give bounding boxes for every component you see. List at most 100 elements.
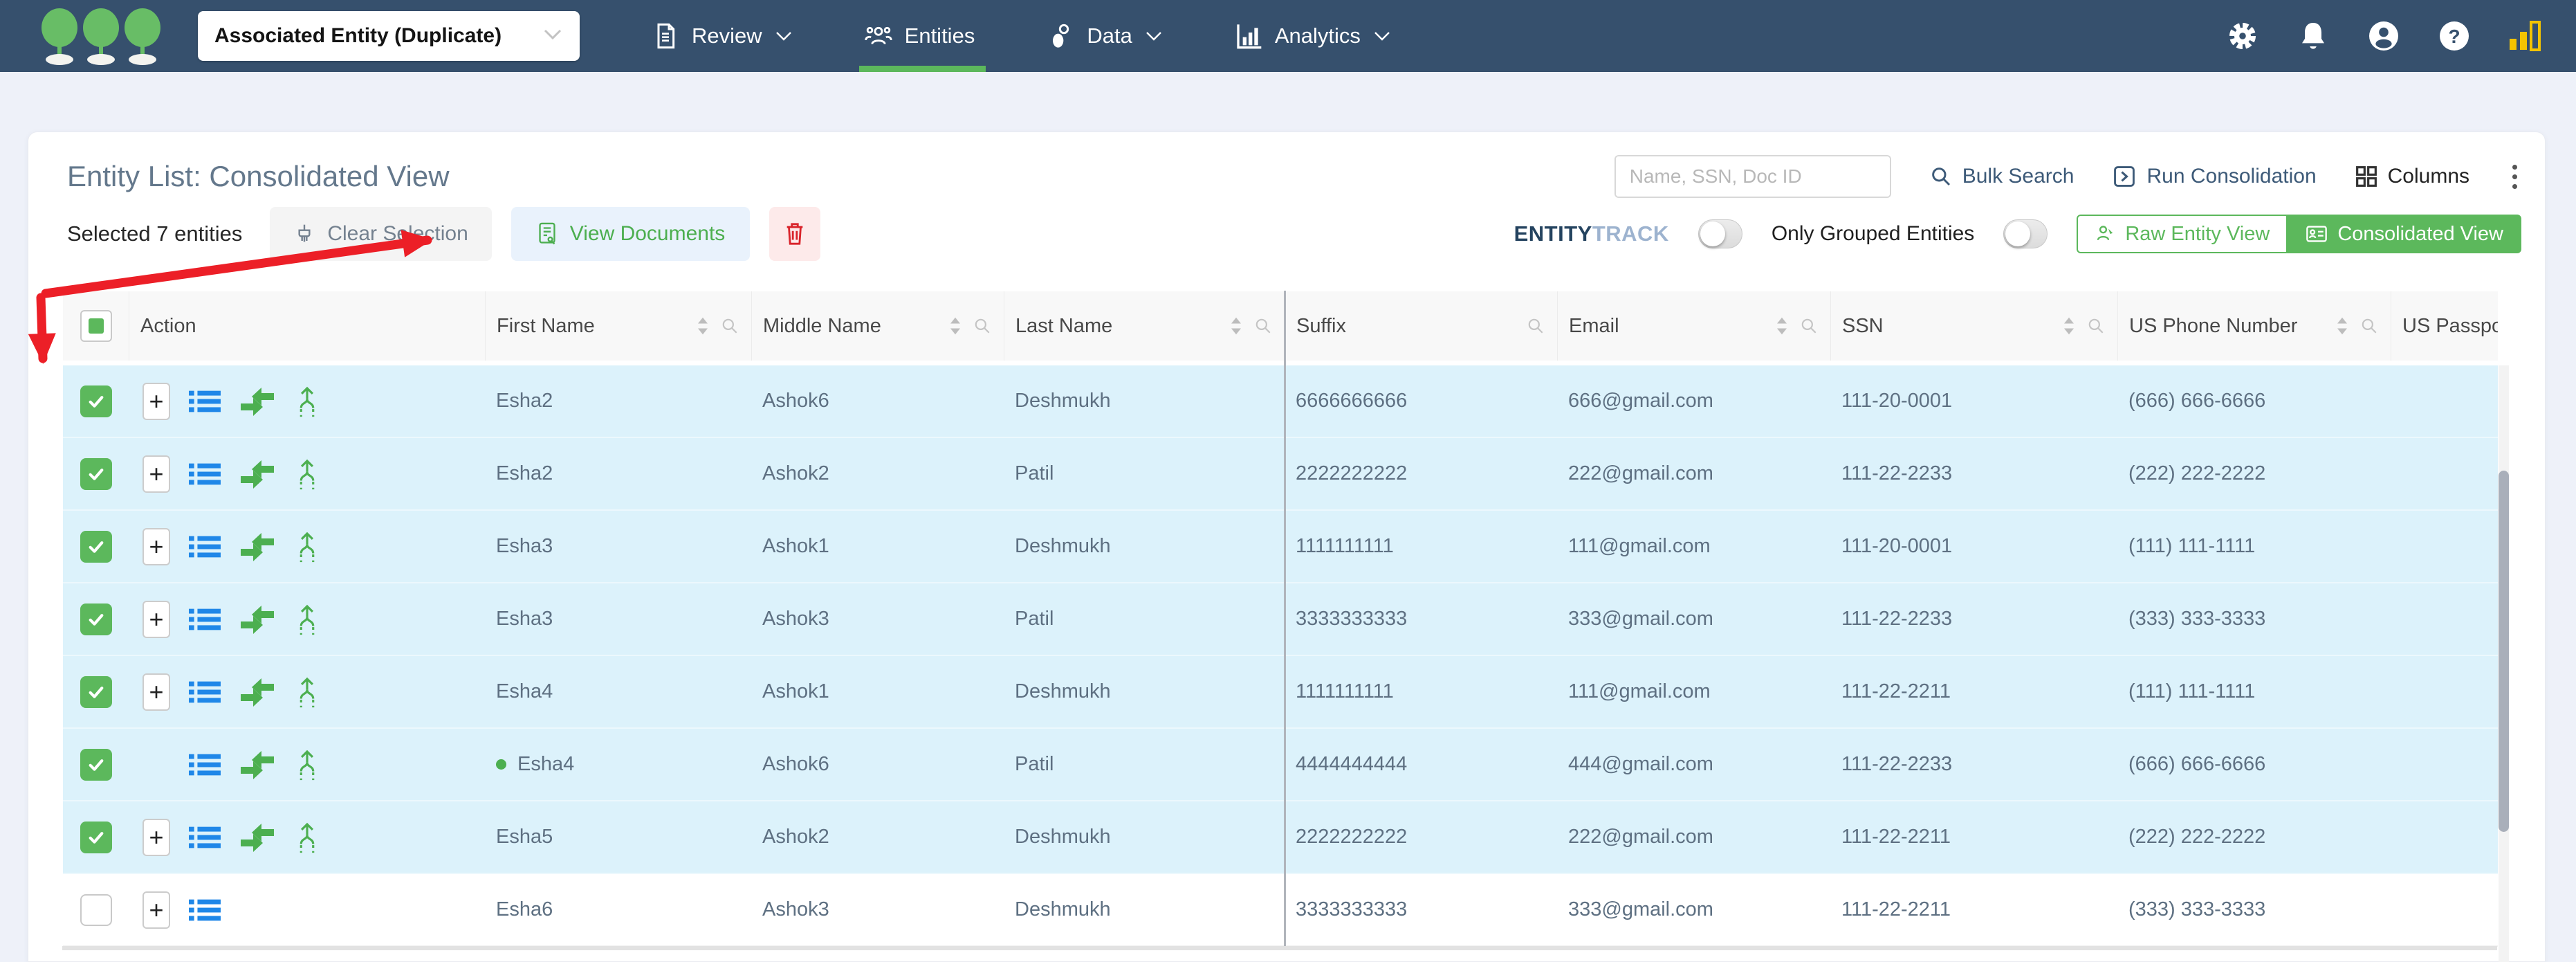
table-row[interactable]: + Esha5 Ashok2 Deshmukh 2222222222 222@g… <box>63 801 2498 874</box>
column-header-ssn[interactable]: SSN <box>1830 291 2117 361</box>
profile-icon[interactable] <box>2367 19 2400 53</box>
expand-row-button[interactable]: + <box>142 455 170 493</box>
column-header-suffix[interactable]: Suffix <box>1285 291 1557 361</box>
row-checkbox[interactable] <box>80 603 112 635</box>
column-header-last-name[interactable]: Last Name <box>1004 291 1285 361</box>
table-row[interactable]: + Esha2 Ashok6 Deshmukh 6666666666 666@g… <box>63 365 2498 438</box>
delete-selected-button[interactable] <box>769 207 821 261</box>
expand-row-button[interactable]: + <box>142 818 170 856</box>
consolidated-view-button[interactable]: Consolidated View <box>2288 215 2521 253</box>
column-header-first-name[interactable]: First Name <box>485 291 751 361</box>
merge-entities-icon[interactable] <box>239 750 275 779</box>
column-search-icon[interactable] <box>1800 317 1818 335</box>
split-group-icon[interactable] <box>294 457 320 491</box>
sort-icon[interactable] <box>2062 316 2076 336</box>
row-checkbox[interactable] <box>80 821 112 853</box>
column-header-action[interactable]: Action <box>129 291 485 361</box>
row-checkbox[interactable] <box>80 893 112 926</box>
table-row[interactable]: + Esha4 Ashok1 Deshmukh 1111111111 111@g… <box>63 656 2498 729</box>
details-list-icon[interactable] <box>189 607 221 632</box>
row-checkbox[interactable] <box>80 675 112 708</box>
details-list-icon[interactable] <box>189 898 221 923</box>
cell-us-phone: (666) 666-6666 <box>2128 753 2266 775</box>
nav-item-data[interactable]: Data <box>1047 0 1162 72</box>
expand-row-button[interactable]: + <box>142 600 170 638</box>
nav-item-review[interactable]: Review <box>652 0 793 72</box>
merge-entities-icon[interactable] <box>239 387 275 416</box>
table-row[interactable]: + Esha3 Ashok3 Patil 3333333333 333@gmai… <box>63 583 2498 656</box>
column-header-email[interactable]: Email <box>1557 291 1830 361</box>
vertical-scrollbar-thumb[interactable] <box>2499 471 2509 832</box>
row-checkbox[interactable] <box>80 457 112 490</box>
clear-selection-button[interactable]: Clear Selection <box>270 207 492 261</box>
bulk-search-button[interactable]: Bulk Search <box>1930 165 2074 188</box>
table-row[interactable]: + Esha6 Ashok3 Deshmukh 3333333333 333@g… <box>63 874 2498 947</box>
details-list-icon[interactable] <box>189 825 221 850</box>
sort-icon[interactable] <box>1229 316 1243 336</box>
column-search-icon[interactable] <box>1254 317 1272 335</box>
table-row[interactable]: + Esha4 Ashok6 Patil 4444444444 444@gmai… <box>63 729 2498 801</box>
only-grouped-toggle[interactable] <box>2003 219 2048 248</box>
notifications-bell-icon[interactable] <box>2297 19 2330 53</box>
run-consolidation-button[interactable]: Run Consolidation <box>2113 165 2317 188</box>
merge-entities-icon[interactable] <box>239 605 275 634</box>
split-group-icon[interactable] <box>294 529 320 564</box>
more-options-kebab-icon[interactable] <box>2508 161 2521 193</box>
split-group-icon[interactable] <box>294 820 320 855</box>
merge-entities-icon[interactable] <box>239 532 275 561</box>
column-search-icon[interactable] <box>2360 317 2378 335</box>
split-group-icon[interactable] <box>294 384 320 419</box>
entitytrack-toggle[interactable] <box>1698 219 1742 248</box>
column-search-icon[interactable] <box>973 317 991 335</box>
row-checkbox[interactable] <box>80 385 112 417</box>
column-header-us-passport[interactable]: US Passport N <box>2391 291 2498 361</box>
table-row[interactable]: + Esha2 Ashok2 Patil 2222222222 222@gmai… <box>63 438 2498 511</box>
raw-entity-view-button[interactable]: Raw Entity View <box>2077 215 2288 253</box>
split-group-icon[interactable] <box>294 747 320 782</box>
nav-item-entities[interactable]: Entities <box>858 0 986 72</box>
table-row[interactable]: + Esha3 Ashok1 Deshmukh 1111111111 111@g… <box>63 511 2498 583</box>
details-list-icon[interactable] <box>189 680 221 705</box>
row-checkbox[interactable] <box>80 530 112 563</box>
select-all-checkbox[interactable] <box>80 310 112 342</box>
cell-last-name: Deshmukh <box>1015 390 1111 412</box>
view-documents-button[interactable]: View Documents <box>510 207 751 261</box>
details-list-icon[interactable] <box>189 389 221 414</box>
sort-icon[interactable] <box>2335 316 2349 336</box>
sort-icon[interactable] <box>1775 316 1789 336</box>
cell-last-name: Deshmukh <box>1015 535 1111 557</box>
expand-row-button[interactable]: + <box>142 382 170 420</box>
column-header-middle-name[interactable]: Middle Name <box>751 291 1004 361</box>
check-icon <box>89 613 103 626</box>
split-group-icon[interactable] <box>294 602 320 637</box>
data-icon <box>1053 24 1069 48</box>
details-list-icon[interactable] <box>189 752 221 777</box>
columns-button[interactable]: Columns <box>2355 165 2469 188</box>
nav-item-analytics[interactable]: Analytics <box>1235 0 1391 72</box>
workspace-dropdown[interactable]: Associated Entity (Duplicate) <box>198 11 580 61</box>
horizontal-scrollbar[interactable] <box>62 946 2497 950</box>
cell-first-name: Esha5 <box>496 826 553 848</box>
merge-entities-icon[interactable] <box>239 823 275 852</box>
details-list-icon[interactable] <box>189 534 221 559</box>
merge-entities-icon[interactable] <box>239 678 275 707</box>
column-search-icon[interactable] <box>721 317 739 335</box>
split-group-icon[interactable] <box>294 675 320 709</box>
details-list-icon[interactable] <box>189 462 221 487</box>
cell-email: 222@gmail.com <box>1568 826 1713 848</box>
column-search-icon[interactable] <box>2087 317 2105 335</box>
sort-icon[interactable] <box>948 316 962 336</box>
sort-icon[interactable] <box>696 316 710 336</box>
signal-bars-icon[interactable] <box>2508 19 2541 53</box>
search-input[interactable] <box>1615 156 1890 197</box>
help-icon[interactable]: ? <box>2438 19 2471 53</box>
expand-row-button[interactable]: + <box>142 527 170 565</box>
frozen-column-divider[interactable] <box>1284 291 1286 946</box>
column-header-us-phone[interactable]: US Phone Number <box>2117 291 2391 361</box>
merge-entities-icon[interactable] <box>239 460 275 489</box>
row-checkbox[interactable] <box>80 748 112 781</box>
expand-row-button[interactable]: + <box>142 673 170 711</box>
column-search-icon[interactable] <box>1527 317 1545 335</box>
expand-row-button[interactable]: + <box>142 891 170 929</box>
settings-gear-icon[interactable] <box>2226 19 2259 53</box>
